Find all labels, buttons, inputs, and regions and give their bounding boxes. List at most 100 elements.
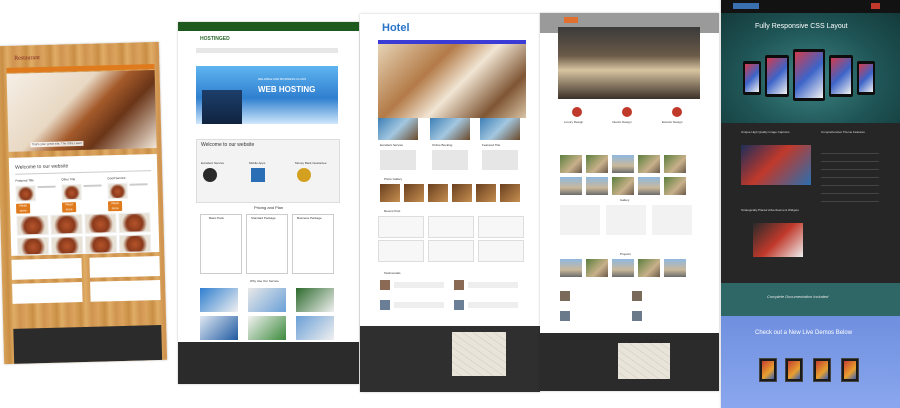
read-more-button[interactable]: Read more (107, 200, 123, 212)
hosting-top-bar[interactable] (178, 22, 359, 31)
column-title: Featured Title (15, 178, 34, 183)
hosting-template-thumbnail[interactable]: HOSTINGED RELIABLE AND BUSINESS CLASS WE… (178, 22, 359, 384)
plan-name: Standard Package (251, 216, 276, 220)
avatar (454, 300, 464, 310)
hotel-template-thumbnail[interactable]: Hotel Excellent Service Online Booking F… (360, 14, 540, 392)
testimonial-text (468, 302, 518, 308)
responsive-top-bar (721, 0, 900, 13)
hotel-map[interactable] (452, 332, 506, 376)
feature-title: Mobile Apps (249, 161, 266, 165)
hosting-hero-banner: RELIABLE AND BUSINESS CLASS WEB HOSTING (196, 66, 338, 124)
device-mockup (793, 49, 825, 101)
restaurant-hero-image: That's your great site, The Ultra Lawn! (6, 70, 157, 152)
responsive-title: Fully Responsive CSS Layout (755, 23, 848, 30)
device-mockup (857, 61, 875, 95)
feature-heading: Strategically Placed Advertisement Widge… (741, 208, 799, 212)
architecture-template-thumbnail[interactable]: Luxury Design Interior Design Exterior D… (540, 13, 719, 391)
avatar (632, 291, 642, 301)
feature-heading: Comprehensive Theme Features (821, 130, 865, 134)
post-block (606, 205, 646, 235)
post-block (652, 205, 692, 235)
avatar (454, 280, 464, 290)
demos-cta[interactable]: Check out a New Live Demos Below (755, 330, 852, 336)
restaurant-template-thumbnail[interactable]: Restaurant That's your great site, The U… (0, 41, 168, 365)
text-placeholder (432, 150, 468, 170)
posts-heading: Recent Post (384, 209, 401, 213)
project-photo (612, 259, 634, 277)
feature-title: Interior Design (612, 120, 632, 124)
restaurant-content-panel: Welcome to our website Featured Title Ot… (8, 154, 160, 256)
info-box (11, 258, 82, 280)
feature-title: Featured Title (482, 143, 501, 147)
widget-screenshot (753, 223, 803, 257)
responsive-features: Unique High Quality Image Captions Compr… (721, 123, 900, 283)
documentation-band: Complete Documentation Included (721, 283, 900, 316)
restaurant-footer (13, 324, 163, 364)
gallery-image (50, 213, 83, 235)
services-heading: Why Use Our Service (250, 279, 279, 283)
post-card[interactable] (478, 240, 524, 262)
info-box (90, 279, 161, 302)
hosting-welcome-section: Welcome to our website Excellent Service… (196, 139, 340, 203)
home-icon (622, 107, 632, 117)
device-mockup (829, 55, 853, 97)
project-photo (560, 259, 582, 277)
dish-image (61, 183, 82, 201)
pricing-table: Basic Pack (200, 214, 242, 274)
pricing-heading: Pricing and Plan (254, 205, 284, 210)
hotel-footer (360, 326, 540, 392)
architecture-hero-image (558, 27, 700, 99)
post-card[interactable] (378, 216, 424, 238)
testimonials-heading: Testimonials (384, 271, 401, 275)
restaurant-welcome-heading: Welcome to our website (14, 163, 69, 171)
gallery-image (118, 234, 152, 254)
device-mockup (765, 55, 789, 97)
divider (15, 170, 152, 175)
text-placeholder (37, 185, 56, 189)
tools-icon (251, 168, 265, 182)
text-placeholder (482, 150, 518, 170)
hosting-hero-subtitle: RELIABLE AND BUSINESS CLASS (258, 77, 307, 81)
feature-image (480, 118, 520, 140)
responsive-template-thumbnail[interactable]: Fully Responsive CSS Layout Unique High … (721, 0, 900, 408)
project-photo (560, 155, 582, 173)
gallery-image (16, 214, 49, 236)
device-mockup (743, 61, 761, 95)
demo-thumbnail[interactable] (759, 358, 777, 382)
post-card[interactable] (428, 240, 474, 262)
hosting-hero-title: WEB HOSTING (258, 85, 316, 94)
column-title: Other Title (61, 177, 76, 182)
pricing-table: Standard Package (246, 214, 288, 274)
feature-title: Luxury Design (564, 120, 584, 124)
feature-image (378, 118, 418, 140)
home-icon (672, 107, 682, 117)
text-placeholder (129, 183, 148, 186)
project-photo (638, 177, 660, 195)
restaurant-logo: Restaurant (14, 55, 40, 62)
demo-thumbnail[interactable] (785, 358, 803, 382)
avatar (380, 300, 390, 310)
gallery-image (476, 184, 496, 202)
demo-thumbnail[interactable] (841, 358, 859, 382)
avatar (380, 280, 390, 290)
menu-button[interactable] (871, 3, 880, 9)
project-photo (664, 259, 686, 277)
hosting-footer (178, 342, 359, 384)
gallery-image (84, 235, 118, 254)
post-card[interactable] (378, 240, 424, 262)
demo-thumbnail[interactable] (813, 358, 831, 382)
architecture-map[interactable] (618, 343, 670, 379)
post-card[interactable] (478, 216, 524, 238)
dish-image (107, 182, 128, 200)
pricing-table: Business Package (292, 214, 334, 274)
read-more-button[interactable]: Read more (15, 203, 31, 214)
post-card[interactable] (428, 216, 474, 238)
info-box (89, 255, 160, 278)
hosting-nav-bar[interactable] (196, 48, 338, 53)
plan-name: Business Package (297, 216, 322, 220)
gallery-image (404, 184, 424, 202)
project-photo (586, 155, 608, 173)
hotel-header: Hotel (360, 14, 540, 40)
gallery-image (380, 184, 400, 202)
read-more-button[interactable]: Read more (61, 202, 77, 213)
